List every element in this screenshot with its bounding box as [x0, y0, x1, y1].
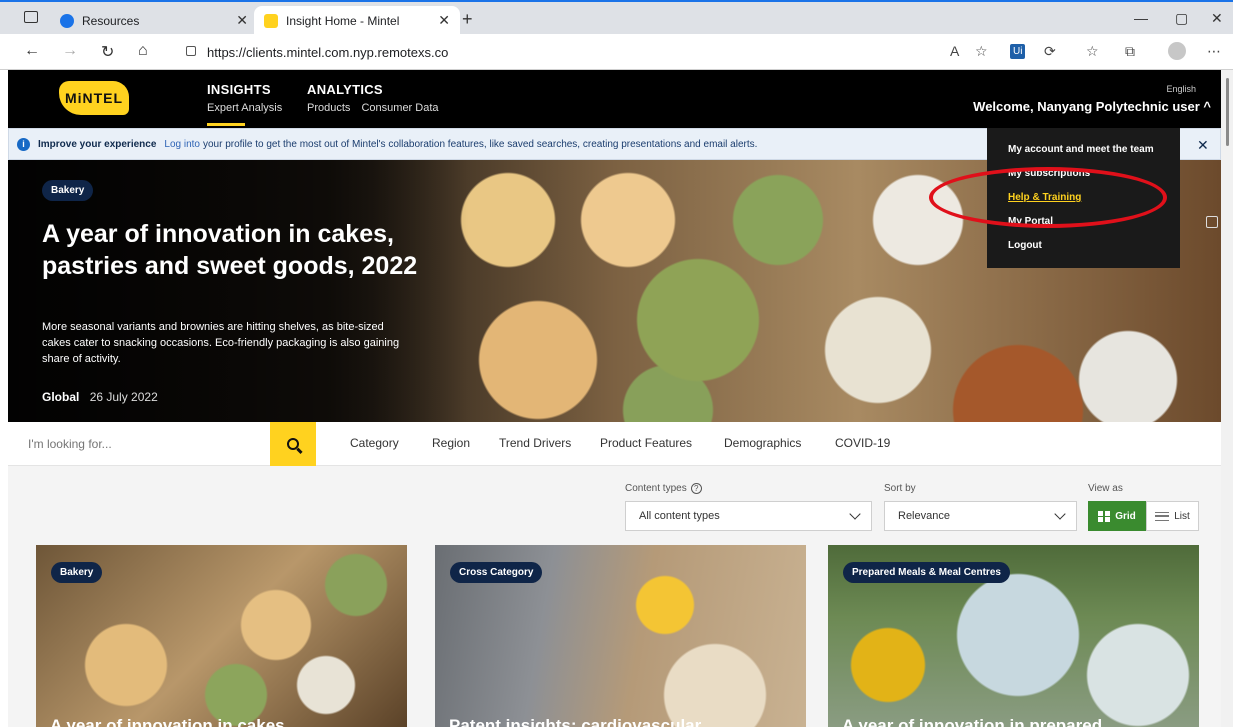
- nav-insights-title[interactable]: INSIGHTS: [207, 82, 290, 97]
- result-card[interactable]: Cross Category Patent insights: cardiova…: [435, 545, 806, 727]
- extension-ui-icon[interactable]: Ui: [1010, 44, 1026, 59]
- minimize-icon[interactable]: —: [1134, 10, 1148, 26]
- extensions-icon[interactable]: ⟳: [1044, 43, 1056, 60]
- close-tab-icon[interactable]: ✕: [236, 12, 248, 29]
- resources-favicon-icon: [60, 14, 74, 28]
- tab-resources[interactable]: Resources ✕: [50, 6, 258, 36]
- lock-icon[interactable]: [186, 46, 196, 56]
- sort-by-select[interactable]: Relevance: [884, 501, 1077, 531]
- more-icon[interactable]: ⋯: [1207, 43, 1221, 60]
- account-dropdown: My account and meet the team My subscrip…: [987, 128, 1180, 268]
- site-header: MiNTEL INSIGHTS Expert Analysis ANALYTIC…: [8, 70, 1221, 128]
- menu-logout[interactable]: Logout: [1008, 240, 1042, 251]
- result-card[interactable]: Prepared Meals & Meal Centres A year of …: [828, 545, 1199, 727]
- list-icon: [1155, 511, 1170, 521]
- favorites-icon[interactable]: ☆: [1086, 43, 1099, 60]
- card-title[interactable]: A year of innovation in cakes,: [50, 716, 289, 727]
- result-card[interactable]: Bakery A year of innovation in cakes,: [36, 545, 407, 727]
- filter-demographics[interactable]: Demographics: [724, 436, 801, 450]
- home-icon[interactable]: ⌂: [138, 42, 148, 60]
- mintel-logo[interactable]: MiNTEL: [59, 81, 129, 115]
- search-button[interactable]: [270, 422, 316, 466]
- content-types-label-text: Content types: [625, 483, 687, 494]
- list-view-button[interactable]: List: [1146, 501, 1199, 531]
- nav-insights: INSIGHTS Expert Analysis: [207, 82, 290, 114]
- filter-region[interactable]: Region: [432, 436, 470, 450]
- card-category-tag[interactable]: Cross Category: [450, 562, 543, 583]
- info-icon: i: [17, 137, 30, 151]
- tab-title: Insight Home - Mintel: [286, 14, 400, 28]
- list-label: List: [1174, 510, 1190, 522]
- page-scrollbar[interactable]: [1221, 70, 1233, 727]
- card-title[interactable]: Patent insights: cardiovascular: [449, 716, 701, 727]
- close-window-icon[interactable]: ✕: [1211, 10, 1223, 27]
- filter-product-features[interactable]: Product Features: [600, 436, 692, 450]
- banner-heading: Improve your experience: [38, 138, 157, 150]
- hero-category-tag[interactable]: Bakery: [42, 180, 94, 201]
- welcome-user-menu[interactable]: Welcome, Nanyang Polytechnic user ^: [973, 99, 1211, 114]
- sort-by-label: Sort by: [884, 483, 916, 494]
- favorite-star-icon[interactable]: ☆: [975, 43, 988, 60]
- feedback-icon[interactable]: [1206, 216, 1218, 228]
- content-types-label: Content types?: [625, 483, 702, 494]
- collections-icon[interactable]: ⧉: [1125, 43, 1135, 60]
- refresh-icon[interactable]: ↻: [101, 42, 114, 62]
- close-tab-icon[interactable]: ✕: [438, 12, 450, 29]
- new-tab-icon[interactable]: +: [462, 9, 473, 30]
- nav-analytics-title[interactable]: ANALYTICS: [307, 82, 447, 97]
- filter-category[interactable]: Category: [350, 436, 399, 450]
- menu-help-training[interactable]: Help & Training: [1008, 192, 1081, 203]
- card-title[interactable]: A year of innovation in prepared: [842, 716, 1102, 727]
- banner-text: your profile to get the most out of Mint…: [202, 138, 758, 150]
- mintel-favicon-icon: [264, 14, 278, 28]
- nav-consumer-data[interactable]: Consumer Data: [361, 102, 438, 114]
- search-input[interactable]: [28, 422, 269, 466]
- scrollbar-thumb[interactable]: [1226, 78, 1229, 146]
- menu-my-portal[interactable]: My Portal: [1008, 216, 1053, 227]
- hero-title[interactable]: A year of innovation in cakes, pastries …: [42, 218, 442, 282]
- menu-my-account[interactable]: My account and meet the team: [1008, 144, 1154, 155]
- menu-my-subscriptions[interactable]: My subscriptions: [1008, 168, 1090, 179]
- profile-avatar[interactable]: [1168, 42, 1186, 60]
- hero-description: More seasonal variants and brownies are …: [42, 321, 400, 365]
- nav-products[interactable]: Products: [307, 102, 350, 114]
- nav-analytics: ANALYTICS Products Consumer Data: [307, 82, 447, 114]
- back-icon[interactable]: ←: [24, 42, 40, 60]
- grid-view-button[interactable]: Grid: [1088, 501, 1146, 531]
- help-icon[interactable]: ?: [690, 483, 702, 494]
- search-filter-bar: Category Region Trend Drivers Product Fe…: [8, 422, 1221, 466]
- restore-icon[interactable]: ▢: [1175, 10, 1188, 27]
- language-selector[interactable]: English: [1166, 84, 1196, 94]
- hero-region: Global: [42, 390, 80, 404]
- hero-meta: Global 26 July 2022: [42, 390, 158, 404]
- browser-tab-bar: Resources ✕ Insight Home - Mintel ✕ + — …: [0, 0, 1233, 36]
- card-category-tag[interactable]: Prepared Meals & Meal Centres: [843, 562, 1010, 583]
- card-category-tag[interactable]: Bakery: [51, 562, 103, 583]
- url-field[interactable]: https://clients.mintel.com.nyp.remotexs.…: [207, 45, 448, 60]
- content-types-select[interactable]: All content types: [625, 501, 872, 531]
- chevron-down-icon: [849, 508, 861, 520]
- forward-icon[interactable]: →: [62, 42, 78, 60]
- tab-title: Resources: [82, 14, 140, 28]
- chevron-down-icon: [1054, 508, 1066, 520]
- sort-by-value: Relevance: [898, 510, 950, 522]
- read-aloud-icon[interactable]: A: [950, 43, 959, 59]
- search-icon: [287, 438, 299, 450]
- login-link[interactable]: Log into: [164, 139, 200, 150]
- filter-covid-19[interactable]: COVID-19: [835, 436, 890, 450]
- close-banner-icon[interactable]: ✕: [1197, 137, 1209, 154]
- filter-trend-drivers[interactable]: Trend Drivers: [499, 436, 571, 450]
- address-bar: ← → ↻ ⌂ https://clients.mintel.com.nyp.r…: [0, 34, 1233, 70]
- content-types-value: All content types: [639, 510, 720, 522]
- grid-icon: [1098, 510, 1111, 522]
- hero-date: 26 July 2022: [89, 390, 158, 404]
- grid-label: Grid: [1115, 510, 1136, 522]
- active-nav-underline: [207, 123, 245, 126]
- tab-insight-home[interactable]: Insight Home - Mintel ✕: [254, 6, 460, 36]
- tab-actions-icon[interactable]: [24, 11, 38, 23]
- nav-expert-analysis[interactable]: Expert Analysis: [207, 102, 282, 114]
- view-as-label: View as: [1088, 483, 1123, 494]
